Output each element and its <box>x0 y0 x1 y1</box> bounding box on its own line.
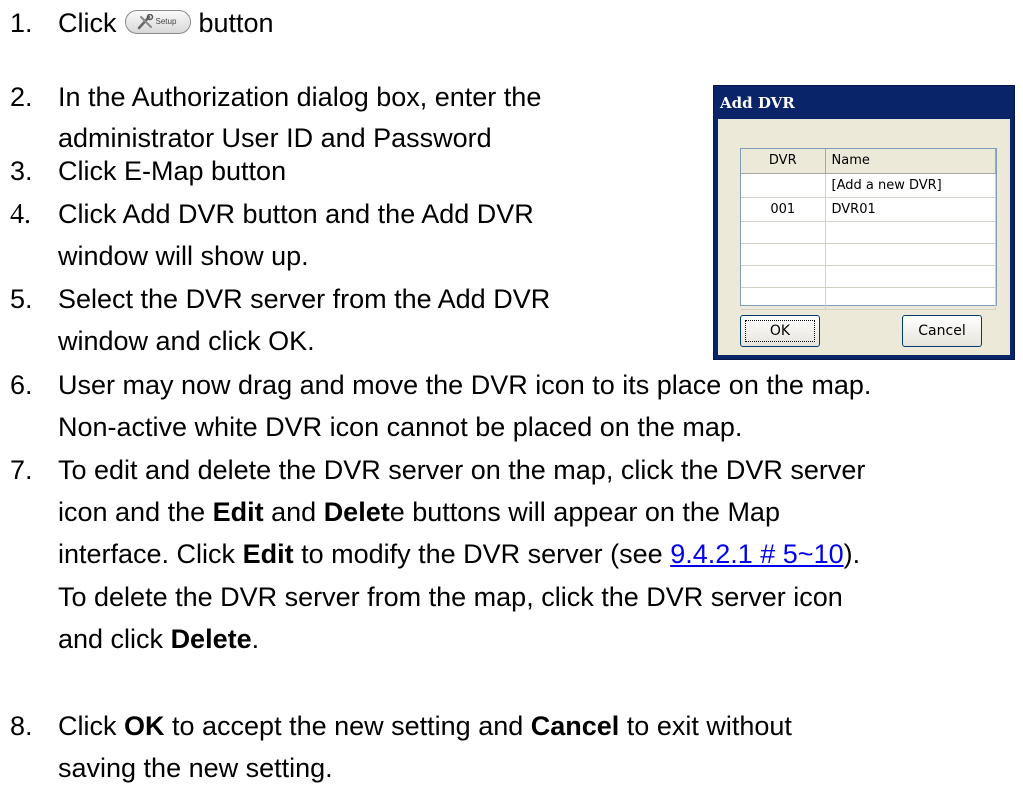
dialog-body: DVR Name [Add a new DVR] 001 DVR01 OK Ca… <box>718 119 1010 355</box>
text-run: icon and the <box>58 497 213 527</box>
step-text-line: interface. Click Edit to modify the DVR … <box>58 534 860 575</box>
text-run: e buttons will appear on the Map <box>389 497 780 527</box>
dvr-list[interactable]: DVR Name [Add a new DVR] 001 DVR01 <box>740 148 997 310</box>
step-text-line: window will show up. <box>58 241 309 271</box>
text-run: interface. Click <box>58 539 243 569</box>
table-row[interactable]: [Add a new DVR] <box>741 173 996 198</box>
dialog-title: Add DVR <box>720 94 795 112</box>
cell-dvr: 001 <box>741 197 826 222</box>
step-text-part: Click <box>58 8 117 38</box>
table-row[interactable] <box>741 221 996 244</box>
step-text-line: Click Add DVR button and the Add DVR <box>58 199 534 229</box>
ok-button-label: OK <box>769 323 791 339</box>
cancel-button[interactable]: Cancel <box>902 315 982 347</box>
bold-edit: Edit <box>242 539 294 569</box>
cell-dvr <box>741 287 826 310</box>
bold-cancel: Cancel <box>530 711 620 741</box>
cell-dvr <box>741 243 826 266</box>
cell-name <box>825 265 996 288</box>
step-number: 6. <box>10 370 33 400</box>
cell-name <box>825 243 996 266</box>
text-run: Click <box>58 711 124 741</box>
bold-delete: Delet <box>323 497 390 527</box>
step-text-line: Click OK to accept the new setting and C… <box>58 706 792 747</box>
table-row[interactable] <box>741 243 996 266</box>
step-text-line: saving the new setting. <box>58 753 333 783</box>
step-text-line: window and click OK. <box>58 326 315 356</box>
bold-ok: OK <box>124 711 165 741</box>
cell-name: DVR01 <box>825 197 996 222</box>
add-dvr-dialog: Add DVR DVR Name [Add a new DVR] 001 DVR… <box>713 85 1015 360</box>
table-row[interactable] <box>741 265 996 288</box>
cell-dvr <box>741 221 826 244</box>
section-link[interactable]: 9.4.2.1 # 5~10 <box>670 539 843 569</box>
step-text-line: Click E-Map button <box>58 156 287 186</box>
cell-name <box>825 221 996 244</box>
text-run: to accept the new setting and <box>164 711 531 741</box>
setup-tools-icon <box>137 13 153 30</box>
step-number: 2. <box>10 82 33 112</box>
step-text-part: button <box>198 8 274 38</box>
step-text-line: and click Delete. <box>58 619 259 660</box>
dvr-table: DVR Name [Add a new DVR] 001 DVR01 <box>741 149 996 310</box>
step-number: 7. <box>10 455 33 485</box>
step-text-line: icon and the Edit and Delete buttons wil… <box>58 492 780 533</box>
step-text-line: User may now drag and move the DVR icon … <box>58 370 872 400</box>
text-run: and click <box>58 624 171 654</box>
cell-dvr <box>741 265 826 288</box>
step-text-line: Non-active white DVR icon cannot be plac… <box>58 412 743 442</box>
step-text-line: To delete the DVR server from the map, c… <box>58 582 843 612</box>
step-number: 1. <box>10 8 33 38</box>
column-header-dvr[interactable]: DVR <box>741 149 826 174</box>
column-header-name[interactable]: Name <box>825 149 996 174</box>
table-header-row: DVR Name <box>741 149 996 174</box>
step-text: Click Setup button <box>58 3 274 44</box>
cell-name: [Add a new DVR] <box>825 173 996 198</box>
text-run: ). <box>843 539 861 569</box>
bold-delete: Delete <box>170 624 252 654</box>
bold-edit: Edit <box>212 497 264 527</box>
step-text-line: Select the DVR server from the Add DVR <box>58 284 551 314</box>
cell-name <box>825 287 996 310</box>
step-text-line: To edit and delete the DVR server on the… <box>58 455 866 485</box>
step-text-line: In the Authorization dialog box, enter t… <box>58 82 542 112</box>
setup-button[interactable]: Setup <box>124 9 191 34</box>
cell-dvr <box>741 173 826 198</box>
text-run: . <box>251 624 260 654</box>
step-number: 5. <box>10 284 33 314</box>
step-number: 8. <box>10 711 33 741</box>
setup-button-label: Setup <box>155 16 177 26</box>
table-row[interactable] <box>741 287 996 310</box>
step-number: 4. <box>10 199 31 230</box>
step-number: 3. <box>10 156 33 186</box>
text-run: to exit without <box>619 711 792 741</box>
text-run: and <box>263 497 324 527</box>
table-row[interactable]: 001 DVR01 <box>741 197 996 222</box>
text-run: to modify the DVR server (see <box>293 539 671 569</box>
ok-button[interactable]: OK <box>740 315 820 347</box>
